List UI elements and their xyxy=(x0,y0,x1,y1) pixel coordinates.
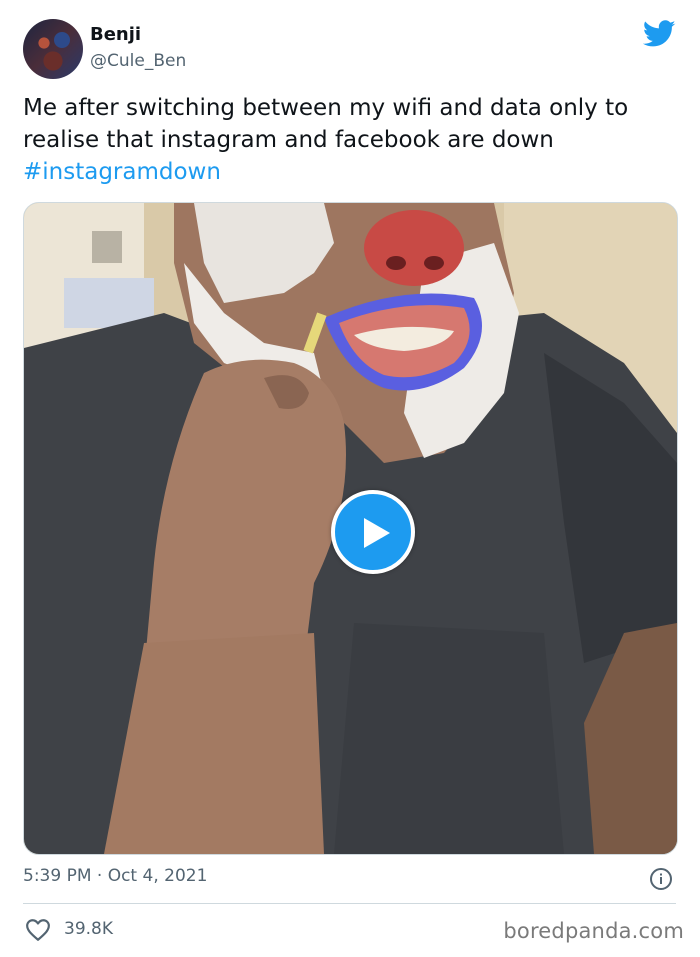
hashtag-link[interactable]: #instagramdown xyxy=(23,159,221,185)
info-icon[interactable] xyxy=(649,867,673,891)
video-media[interactable] xyxy=(23,202,678,855)
author-handle[interactable]: @Cule_Ben xyxy=(90,51,186,71)
play-icon xyxy=(364,518,390,548)
like-count[interactable]: 39.8K xyxy=(64,919,113,939)
avatar[interactable] xyxy=(23,19,83,79)
tweet-body: Me after switching between my wifi and d… xyxy=(23,95,629,153)
heart-icon[interactable] xyxy=(25,918,51,942)
author-name[interactable]: Benji xyxy=(90,24,141,45)
divider xyxy=(23,903,676,904)
tweet-timestamp[interactable]: 5:39 PM · Oct 4, 2021 xyxy=(23,866,207,886)
twitter-icon[interactable] xyxy=(643,20,676,48)
watermark: boredpanda.com xyxy=(503,919,684,943)
play-button[interactable] xyxy=(331,490,415,574)
tweet-text: Me after switching between my wifi and d… xyxy=(23,92,683,188)
